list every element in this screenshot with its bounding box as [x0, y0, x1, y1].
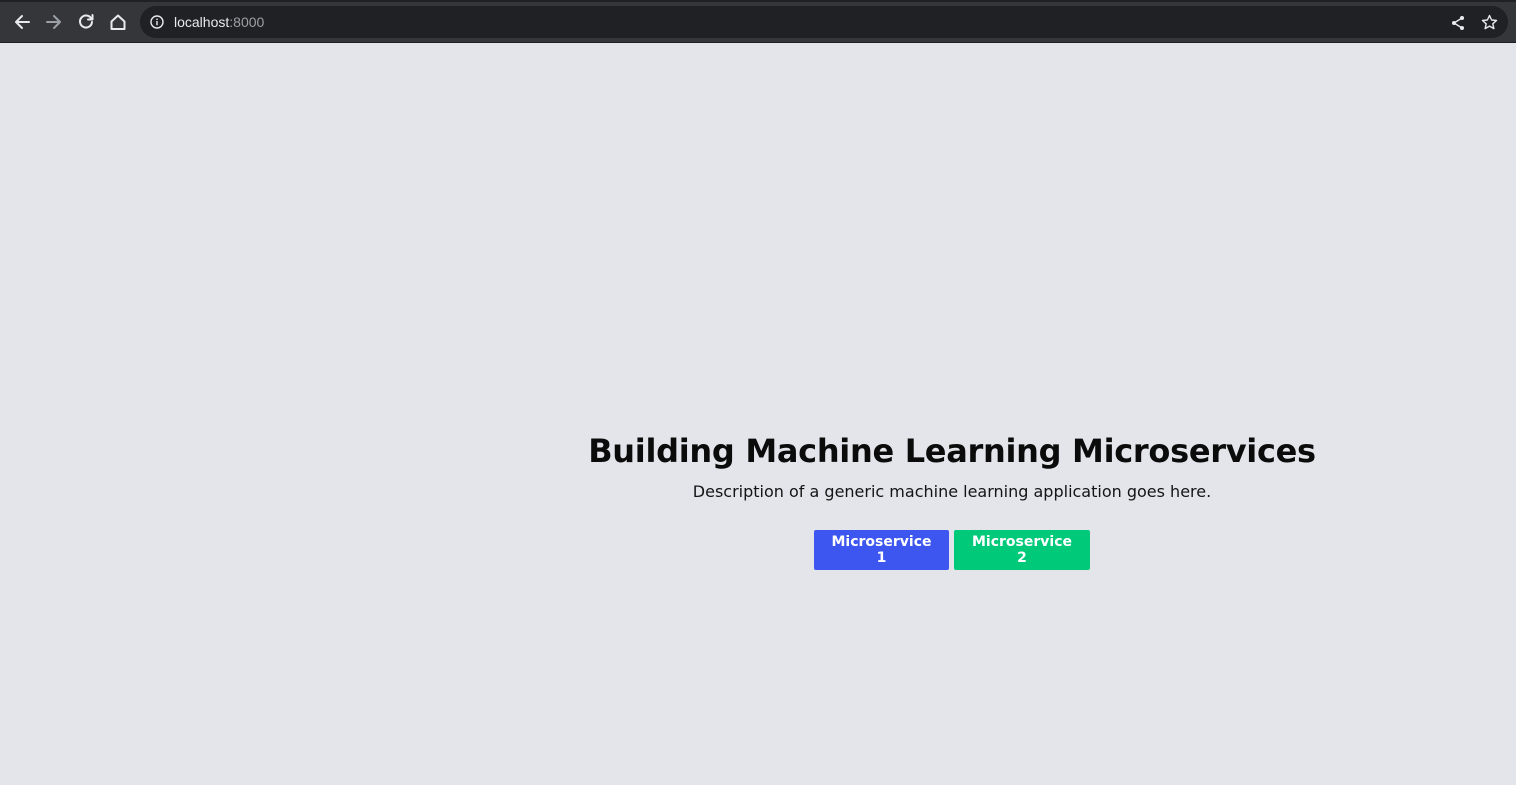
forward-button[interactable] — [40, 8, 68, 36]
microservice-1-button[interactable]: Microservice 1 — [814, 530, 949, 570]
browser-toolbar: localhost:8000 — [0, 0, 1516, 43]
reload-icon — [79, 14, 94, 29]
share-icon[interactable] — [1450, 15, 1466, 31]
info-icon[interactable] — [150, 15, 164, 29]
star-icon[interactable] — [1481, 14, 1498, 31]
arrow-right-icon — [46, 15, 61, 29]
reload-button[interactable] — [72, 8, 100, 36]
page-title: Building Machine Learning Microservices — [588, 432, 1316, 470]
arrow-left-icon — [15, 15, 30, 29]
microservice-2-button[interactable]: Microservice 2 — [954, 530, 1090, 570]
home-icon — [110, 14, 126, 30]
address-bar[interactable]: localhost:8000 — [140, 6, 1508, 38]
page-viewport: Building Machine Learning Microservices … — [0, 43, 1516, 785]
url-port: :8000 — [229, 14, 265, 30]
back-button[interactable] — [8, 8, 36, 36]
url-text[interactable]: localhost:8000 — [174, 14, 264, 30]
home-button[interactable] — [104, 8, 132, 36]
url-host: localhost — [174, 14, 230, 30]
action-buttons: Microservice 1 Microservice 2 — [520, 530, 1384, 570]
page-description: Description of a generic machine learnin… — [692, 482, 1212, 501]
hero-section: Building Machine Learning Microservices … — [520, 431, 1384, 570]
